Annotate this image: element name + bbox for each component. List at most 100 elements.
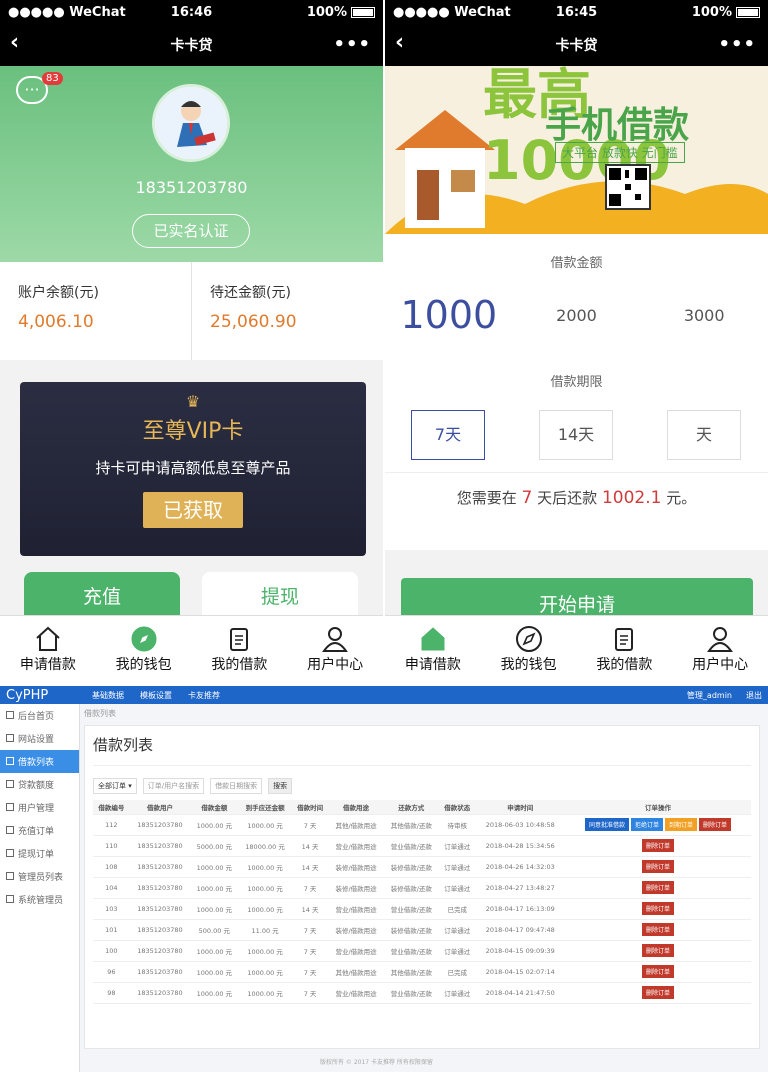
table-cell: 11.00 元 bbox=[238, 919, 292, 941]
sidebar-item-loans[interactable]: 借款列表 bbox=[0, 750, 79, 773]
sidebar-item[interactable]: 系统管理员 bbox=[0, 888, 79, 911]
more-icon[interactable]: ••• bbox=[333, 34, 371, 55]
loan-table: 借款编号 借款用户 借款金额 到手应还金额 借款时间 借款用途 还款方式 借款状态 申请时间 订单… bbox=[93, 800, 751, 1004]
tab-user-center[interactable]: 用户中心 bbox=[287, 616, 383, 683]
table-cell: 装修/借款用途 bbox=[328, 877, 384, 899]
vip-card: ♛ 至尊VIP卡 持卡可申请高额低息至尊产品 已获取 bbox=[20, 382, 366, 556]
account-balance: 账户余额(元) 4,006.10 bbox=[18, 285, 99, 332]
order-op-button[interactable]: 删除订单 bbox=[641, 860, 674, 873]
more-icon[interactable]: ••• bbox=[718, 34, 756, 55]
search-input[interactable]: 订单/用户名搜索 bbox=[142, 778, 205, 794]
admin-user[interactable]: 管理_admin bbox=[687, 690, 732, 701]
term-option[interactable]: 7天 bbox=[411, 410, 485, 460]
verified-badge[interactable]: 已实名认证 bbox=[132, 214, 250, 248]
table-header: 借款用途 bbox=[328, 800, 384, 815]
term-options: 7天 14天 天 bbox=[385, 410, 768, 460]
tab-apply-loan[interactable]: 申请借款 bbox=[0, 616, 96, 683]
table-cell: 7 天 bbox=[291, 982, 329, 1004]
order-op-button[interactable]: 同意批准借款 bbox=[584, 818, 629, 831]
tab-user-center[interactable]: 用户中心 bbox=[672, 616, 768, 683]
table-cell: 营业/借款用途 bbox=[328, 940, 384, 962]
table-cell: 7 天 bbox=[291, 940, 329, 962]
term-option[interactable]: 天 bbox=[667, 410, 741, 460]
order-op-button[interactable]: 删除订单 bbox=[641, 923, 674, 936]
order-op-button[interactable]: 删除订单 bbox=[641, 902, 674, 915]
date-input[interactable]: 借款日期搜索 bbox=[210, 778, 263, 794]
admin-main: 借款列表 借款列表 全部订单 ▾ 订单/用户名搜索 借款日期搜索 搜索 借款编号… bbox=[84, 708, 760, 1049]
order-op-button[interactable]: 到期订单 bbox=[664, 818, 697, 831]
user-icon bbox=[672, 624, 768, 654]
amount-option[interactable]: 2000 bbox=[513, 306, 641, 325]
table-cell: 7 天 bbox=[291, 919, 329, 941]
amount-option[interactable]: 1000 bbox=[385, 293, 513, 337]
table-cell: 1000.00 元 bbox=[238, 940, 292, 962]
table-cell: 14 天 bbox=[291, 835, 329, 857]
table-header: 借款状态 bbox=[438, 800, 476, 815]
battery-icon bbox=[351, 6, 375, 18]
table-cell: 营业/借款用途 bbox=[328, 982, 384, 1004]
sidebar-item[interactable]: 用户管理 bbox=[0, 796, 79, 819]
sidebar-item[interactable]: 充值订单 bbox=[0, 819, 79, 842]
logout-link[interactable]: 退出 bbox=[746, 690, 762, 701]
tab-my-wallet[interactable]: 我的钱包 bbox=[481, 616, 577, 683]
table-cell: 18351203780 bbox=[129, 940, 191, 962]
table-cell: 7 天 bbox=[291, 814, 329, 836]
table-cell: 订单通过 bbox=[438, 877, 476, 899]
amount-option[interactable]: 3000 bbox=[640, 306, 768, 325]
home-icon bbox=[0, 624, 96, 654]
loan-list-panel: 借款列表 全部订单 ▾ 订单/用户名搜索 借款日期搜索 搜索 借款编号 借款用户借… bbox=[84, 725, 760, 1049]
tab-my-loans[interactable]: 我的借款 bbox=[192, 616, 288, 683]
tab-apply-loan[interactable]: 申请借款 bbox=[385, 616, 481, 683]
order-filter-select[interactable]: 全部订单 ▾ bbox=[93, 778, 137, 794]
sidebar-item[interactable]: 网站设置 bbox=[0, 727, 79, 750]
table-cell: 18351203780 bbox=[129, 814, 191, 836]
admin-sidebar: 后台首页 网站设置 借款列表 贷款额度 用户管理 充值订单 提现订单 管理员列表… bbox=[0, 704, 80, 1072]
table-cell: 装修借款/还款 bbox=[383, 856, 439, 878]
table-cell: 2018-04-28 15:34:56 bbox=[475, 835, 565, 857]
table-cell: 18351203780 bbox=[129, 919, 191, 941]
page-title: 卡卡贷 bbox=[555, 38, 598, 54]
table-cell: 2018-04-26 14:32:03 bbox=[475, 856, 565, 878]
order-op-button[interactable]: 删除订单 bbox=[641, 986, 674, 999]
order-op-button[interactable]: 删除订单 bbox=[641, 965, 674, 978]
table-cell: 订单通过 bbox=[438, 835, 476, 857]
admin-panel: CyPHP 基础数据 模板设置 卡友推荐 管理_admin 退出 后台首页 网站… bbox=[0, 686, 768, 1072]
sidebar-item[interactable]: 贷款额度 bbox=[0, 773, 79, 796]
table-cell: 18351203780 bbox=[129, 961, 191, 983]
status-bar: ●●●●● WeChat 16:45 100% bbox=[385, 0, 768, 24]
order-op-button[interactable]: 删除订单 bbox=[641, 944, 674, 957]
promo-banner[interactable]: 最高10000 手机借款 大平台 放款快 无门槛 bbox=[385, 66, 768, 234]
topnav-item[interactable]: 基础数据 bbox=[92, 690, 124, 701]
table-cell: 2018-04-27 13:48:27 bbox=[475, 877, 565, 899]
table-row: 100 18351203780 1000.00 元 1000.00 元7 天营业/借款… bbox=[93, 940, 751, 962]
table-row: 110 18351203780 5000.00 元 18000.00 元 14 天营业/… bbox=[93, 835, 751, 857]
topnav-item[interactable]: 卡友推荐 bbox=[188, 690, 220, 701]
nav-bar: ‹ 卡卡贷 ••• bbox=[385, 24, 768, 66]
compass-icon bbox=[96, 624, 192, 654]
order-op-button[interactable]: 删除订单 bbox=[641, 881, 674, 894]
sidebar-item[interactable]: 管理员列表 bbox=[0, 865, 79, 888]
table-cell: 2018-04-15 09:09:39 bbox=[475, 940, 565, 962]
carrier: ●●●●● WeChat bbox=[393, 4, 511, 20]
avatar[interactable] bbox=[152, 84, 230, 162]
vip-obtained-button[interactable]: 已获取 bbox=[143, 492, 243, 528]
time: 16:46 bbox=[170, 4, 213, 20]
banner-title: 手机借款 bbox=[545, 105, 690, 146]
qr-code bbox=[605, 164, 651, 210]
vip-title: 至尊VIP卡 bbox=[142, 419, 244, 444]
term-option[interactable]: 14天 bbox=[539, 410, 613, 460]
back-icon[interactable]: ‹ bbox=[395, 30, 404, 55]
topnav-item[interactable]: 模板设置 bbox=[140, 690, 172, 701]
search-button[interactable]: 搜索 bbox=[268, 778, 293, 794]
sidebar-item[interactable]: 后台首页 bbox=[0, 704, 79, 727]
order-op-button[interactable]: 删除订单 bbox=[698, 818, 731, 831]
sidebar-item[interactable]: 提现订单 bbox=[0, 842, 79, 865]
table-cell: 装修/借款用途 bbox=[328, 856, 384, 878]
tab-my-loans[interactable]: 我的借款 bbox=[577, 616, 673, 683]
table-cell: 112 bbox=[93, 814, 130, 836]
order-op-button[interactable]: 拒绝订单 bbox=[630, 818, 663, 831]
back-icon[interactable]: ‹ bbox=[10, 30, 19, 55]
order-op-button[interactable]: 删除订单 bbox=[641, 839, 674, 852]
table-cell: 96 bbox=[93, 961, 130, 983]
tab-my-wallet[interactable]: 我的钱包 bbox=[96, 616, 192, 683]
